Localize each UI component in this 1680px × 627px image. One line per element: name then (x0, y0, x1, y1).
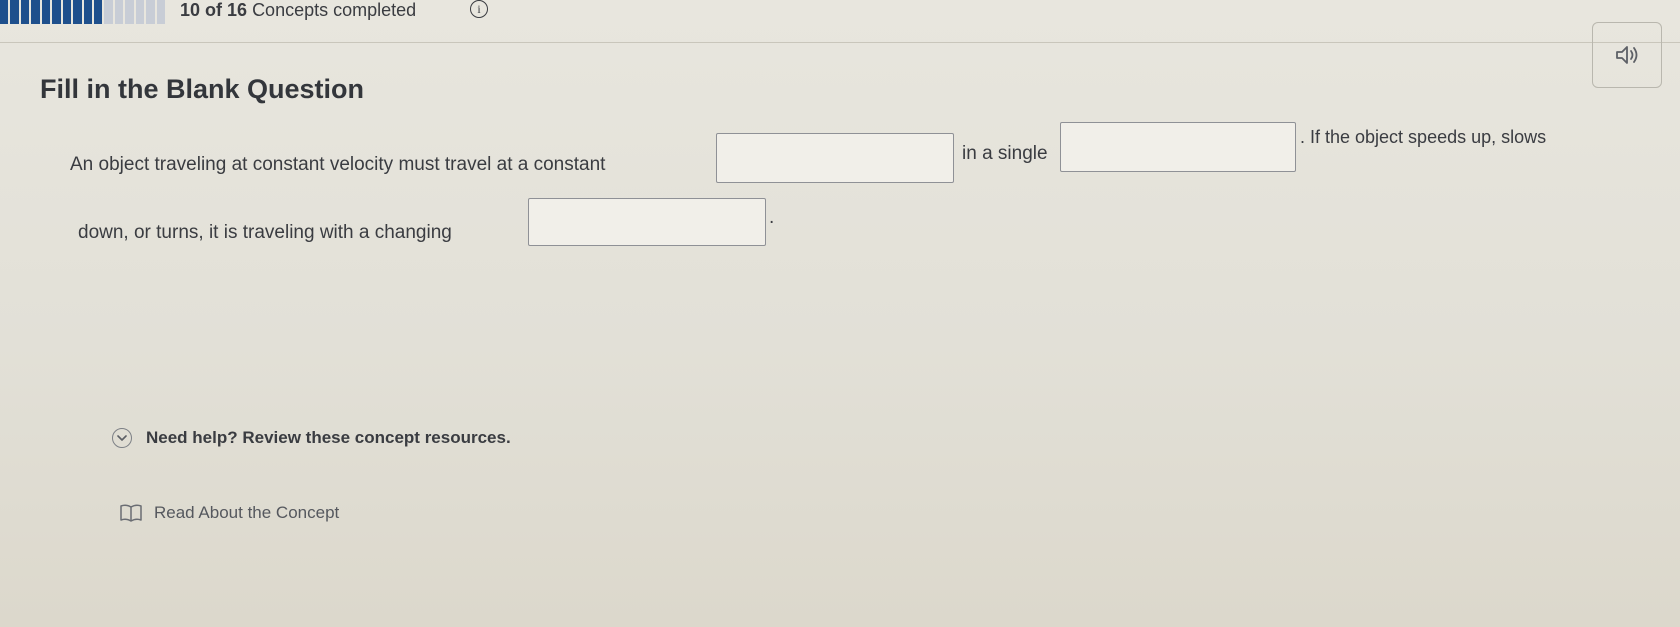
progress-label: Concepts completed (252, 0, 417, 20)
question-text-part-2: in a single (962, 143, 1048, 164)
progress-segment (31, 0, 40, 24)
question-text-part-4: down, or turns, it is traveling with a c… (78, 222, 452, 243)
progress-segment (125, 0, 134, 24)
concept-resources-label: Need help? Review these concept resource… (146, 428, 511, 447)
progress-segment (114, 0, 124, 24)
progress-segment (156, 0, 165, 24)
progress-segment (41, 0, 51, 24)
answer-blank-1[interactable] (716, 133, 954, 183)
progress-segment (0, 0, 9, 24)
book-icon (120, 504, 142, 522)
progress-text: 10 of 16 Concepts completed (180, 0, 416, 21)
page: 10 of 16 Concepts completed i Fill in th… (0, 0, 1680, 627)
chevron-down-icon (112, 428, 132, 448)
progress-count: 10 of 16 (180, 0, 248, 20)
question-text-part-3: . If the object speeds up, slows (1300, 127, 1547, 147)
question-title: Fill in the Blank Question (40, 74, 365, 104)
progress-segment (73, 0, 82, 24)
progress-segment (20, 0, 30, 24)
progress-segment (135, 0, 145, 24)
read-aloud-button[interactable] (1592, 22, 1662, 88)
answer-blank-3[interactable] (528, 198, 766, 246)
progress-segment (62, 0, 72, 24)
read-about-concept-label: Read About the Concept (154, 503, 340, 522)
answer-blank-2[interactable] (1060, 122, 1296, 172)
info-icon[interactable]: i (470, 0, 488, 18)
progress-segment (146, 0, 155, 24)
progress-segment (83, 0, 92, 24)
progress-segment (52, 0, 61, 24)
question-text-part-5: . (769, 207, 775, 228)
progress-segment (10, 0, 19, 24)
header-divider (0, 42, 1680, 43)
progress-bar (0, 0, 165, 24)
progress-segment (104, 0, 113, 24)
speaker-icon (1616, 46, 1638, 64)
concept-resources-toggle[interactable]: Need help? Review these concept resource… (112, 428, 511, 448)
info-icon-glyph: i (477, 1, 481, 16)
top-bar: 10 of 16 Concepts completed i (0, 0, 1680, 44)
question-text-part-1: An object traveling at constant velocity… (70, 154, 606, 175)
progress-segment (93, 0, 103, 24)
read-about-concept-link[interactable]: Read About the Concept (120, 503, 339, 523)
